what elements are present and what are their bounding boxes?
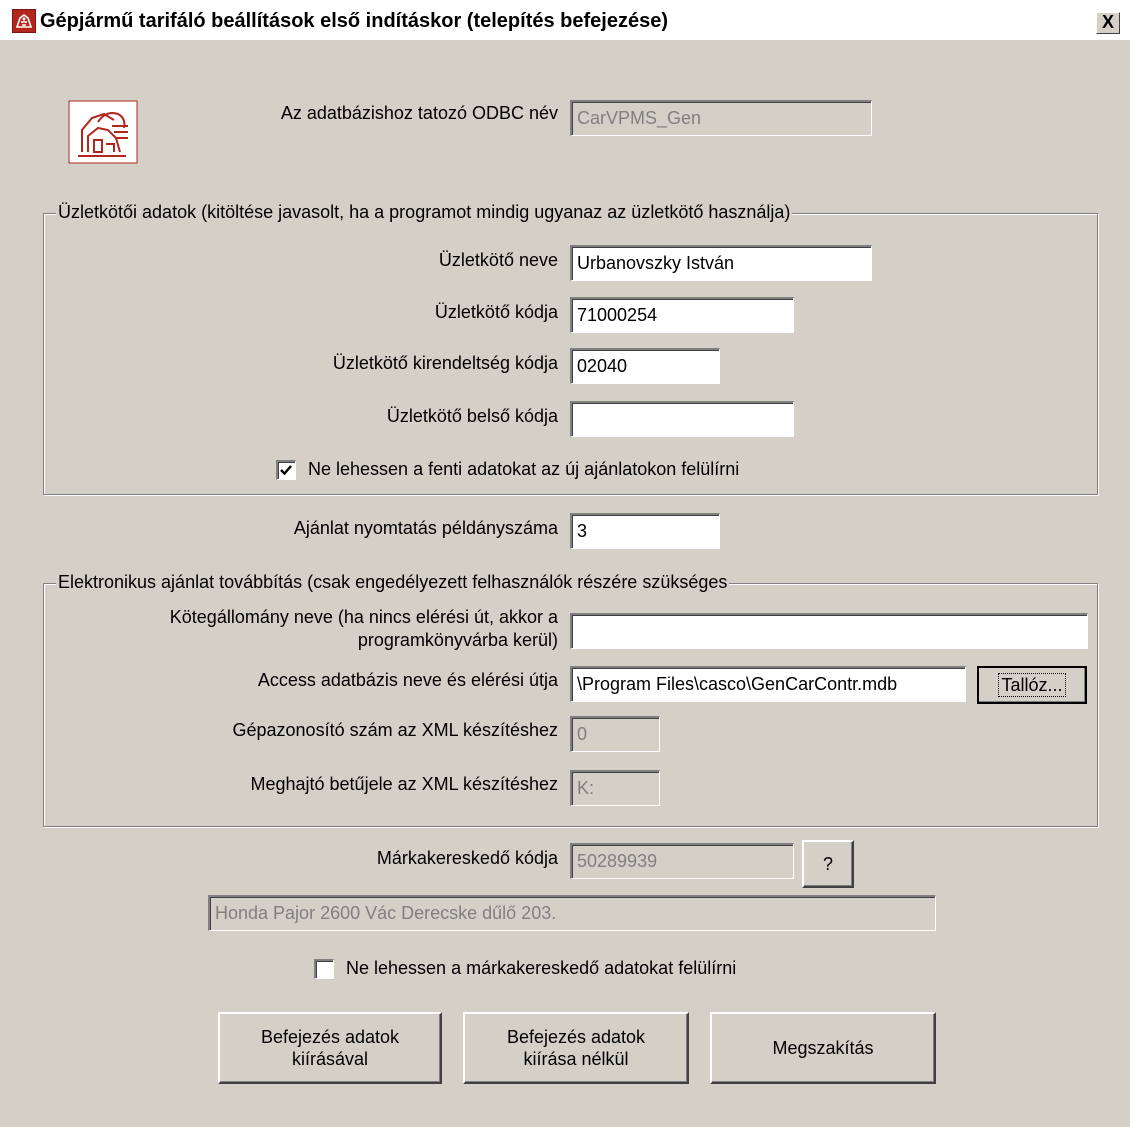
agent-lock-checkbox[interactable] [276,460,296,480]
access-db-label: Access adatbázis neve és elérési útja [257,670,558,690]
dealer-code-label: Márkakereskedő kódja [376,848,558,868]
agent-internal-code-label: Üzletkötő belső kódja [386,406,558,426]
agent-lock-checkbox-label[interactable]: Ne lehessen a fenti adatokat az új ajánl… [308,459,739,480]
checkmark-icon [280,465,292,476]
app-logo-icon [12,9,36,33]
browse-button-label: Tallóz... [998,673,1066,697]
machine-id-field: 0 [570,716,660,752]
access-db-path-field[interactable]: \Program Files\casco\GenCarContr.mdb [570,666,966,702]
drive-letter-field: K: [570,770,660,806]
dealer-lock-checkbox-label[interactable]: Ne lehessen a márkakereskedő adatokat fe… [346,958,736,979]
finish-save-line2: kiírásával [291,1049,369,1069]
electronic-offer-group-title: Elektronikus ajánlat továbbítás (csak en… [56,572,730,593]
agent-data-group-title: Üzletkötői adatok (kitöltése javasolt, h… [56,202,793,223]
dialog-window: Gépjármű tarifáló beállítások első indít… [0,0,1130,1127]
agent-branch-code-label: Üzletkötő kirendeltség kódja [332,353,558,373]
finish-save-button-label: Befejezés adatok kiírásával [261,1026,399,1070]
dealer-lock-checkbox[interactable] [314,959,334,979]
dealer-help-button[interactable]: ? [802,840,854,888]
batch-file-label-line1: Kötegállomány neve (ha nincs elérési út,… [169,607,558,627]
browse-button[interactable]: Tallóz... [977,666,1087,704]
print-copies-label: Ajánlat nyomtatás példányszáma [293,518,558,538]
dealer-address-field: Honda Pajor 2600 Vác Derecske dűlő 203. [208,895,936,931]
batch-file-field[interactable] [570,613,1088,649]
dealer-code-field: 50289939 [570,843,794,879]
agent-name-label: Üzletkötő neve [438,250,558,270]
agent-code-field[interactable]: 71000254 [570,297,794,333]
finish-nosave-button[interactable]: Befejezés adatok kiírása nélkül [463,1012,689,1084]
finish-nosave-line1: Befejezés adatok [506,1027,646,1047]
company-logo-icon [68,100,138,164]
window-title: Gépjármű tarifáló beállítások első indít… [40,10,668,32]
agent-branch-code-field[interactable]: 02040 [570,348,720,384]
odbc-name-label: Az adatbázishoz tatozó ODBC név [280,103,558,123]
machine-id-label: Gépazonosító szám az XML készítéshez [232,720,559,740]
close-button[interactable]: X [1096,12,1120,34]
finish-nosave-button-label: Befejezés adatok kiírása nélkül [507,1026,645,1070]
finish-nosave-line2: kiírása nélkül [523,1049,629,1069]
agent-internal-code-field[interactable] [570,401,794,437]
odbc-name-field: CarVPMS_Gen [570,100,872,136]
drive-letter-label: Meghajtó betűjele az XML készítéshez [250,774,558,794]
cancel-button[interactable]: Megszakítás [710,1012,936,1084]
agent-code-label: Üzletkötő kódja [434,302,558,322]
finish-save-line1: Befejezés adatok [260,1027,400,1047]
print-copies-field[interactable]: 3 [570,513,720,549]
finish-save-button[interactable]: Befejezés adatok kiírásával [218,1012,442,1084]
title-bar[interactable]: Gépjármű tarifáló beállítások első indít… [0,0,1130,40]
batch-file-label-line2: programkönyvárba kerül) [357,630,558,650]
agent-name-field[interactable]: Urbanovszky István [570,245,872,281]
